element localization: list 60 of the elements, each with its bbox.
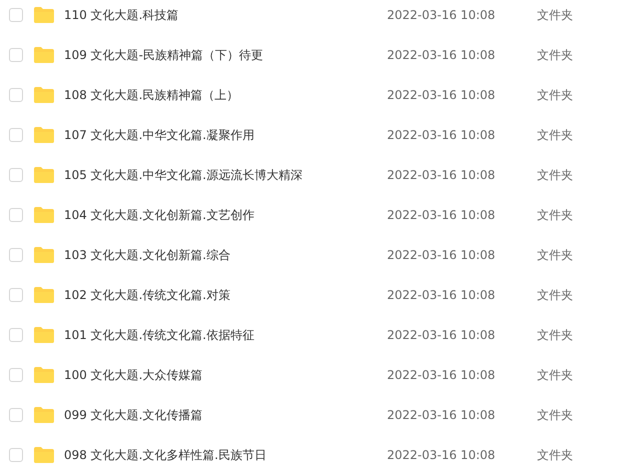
checkbox[interactable] xyxy=(9,368,23,382)
modified-date: 2022-03-16 10:08 xyxy=(387,168,496,182)
folder-icon xyxy=(34,7,54,23)
modified-date: 2022-03-16 10:08 xyxy=(387,408,496,422)
file-name[interactable]: 105 文化大题.中华文化篇.源远流长博大精深 xyxy=(64,166,374,184)
file-name[interactable]: 102 文化大题.传统文化篇.对策 xyxy=(64,286,374,304)
file-name[interactable]: 098 文化大题.文化多样性篇.民族节日 xyxy=(64,446,374,464)
file-type: 文件夹 xyxy=(537,246,573,264)
folder-icon xyxy=(34,87,54,103)
file-name[interactable]: 100 文化大题.大众传媒篇 xyxy=(64,366,374,384)
file-type: 文件夹 xyxy=(537,126,573,144)
checkbox[interactable] xyxy=(9,88,23,102)
file-type: 文件夹 xyxy=(537,446,573,464)
modified-date: 2022-03-16 10:08 xyxy=(387,128,496,142)
checkbox[interactable] xyxy=(9,128,23,142)
file-type: 文件夹 xyxy=(537,326,573,344)
modified-date: 2022-03-16 10:08 xyxy=(387,88,496,102)
checkbox[interactable] xyxy=(9,408,23,422)
file-name[interactable]: 107 文化大题.中华文化篇.凝聚作用 xyxy=(64,126,374,144)
folder-icon xyxy=(34,127,54,143)
folder-icon xyxy=(34,407,54,423)
checkbox[interactable] xyxy=(9,328,23,342)
checkbox[interactable] xyxy=(9,248,23,262)
modified-date: 2022-03-16 10:08 xyxy=(387,448,496,462)
file-type: 文件夹 xyxy=(537,46,573,64)
file-type: 文件夹 xyxy=(537,206,573,224)
folder-icon xyxy=(34,47,54,63)
folder-icon xyxy=(34,167,54,183)
checkbox[interactable] xyxy=(9,48,23,62)
checkbox[interactable] xyxy=(9,168,23,182)
file-type: 文件夹 xyxy=(537,286,573,304)
file-name[interactable]: 108 文化大题.民族精神篇（上） xyxy=(64,86,374,104)
folder-icon xyxy=(34,287,54,303)
file-name[interactable]: 103 文化大题.文化创新篇.综合 xyxy=(64,246,374,264)
modified-date: 2022-03-16 10:08 xyxy=(387,248,496,262)
file-name[interactable]: 110 文化大题.科技篇 xyxy=(64,6,374,24)
modified-date: 2022-03-16 10:08 xyxy=(387,8,496,22)
file-name[interactable]: 109 文化大题-民族精神篇（下）待更 xyxy=(64,46,374,64)
folder-icon xyxy=(34,327,54,343)
folder-icon xyxy=(34,207,54,223)
folder-icon xyxy=(34,247,54,263)
file-name[interactable]: 099 文化大题.文化传播篇 xyxy=(64,406,374,424)
checkbox[interactable] xyxy=(9,8,23,22)
modified-date: 2022-03-16 10:08 xyxy=(387,208,496,222)
checkbox[interactable] xyxy=(9,208,23,222)
file-type: 文件夹 xyxy=(537,166,573,184)
modified-date: 2022-03-16 10:08 xyxy=(387,368,496,382)
file-name[interactable]: 104 文化大题.文化创新篇.文艺创作 xyxy=(64,206,374,224)
checkbox[interactable] xyxy=(9,448,23,462)
folder-icon xyxy=(34,447,54,463)
file-type: 文件夹 xyxy=(537,366,573,384)
file-type: 文件夹 xyxy=(537,6,573,24)
file-type: 文件夹 xyxy=(537,406,573,424)
checkbox[interactable] xyxy=(9,288,23,302)
modified-date: 2022-03-16 10:08 xyxy=(387,48,496,62)
modified-date: 2022-03-16 10:08 xyxy=(387,288,496,302)
folder-icon xyxy=(34,367,54,383)
file-type: 文件夹 xyxy=(537,86,573,104)
modified-date: 2022-03-16 10:08 xyxy=(387,328,496,342)
file-name[interactable]: 101 文化大题.传统文化篇.依据特征 xyxy=(64,326,374,344)
